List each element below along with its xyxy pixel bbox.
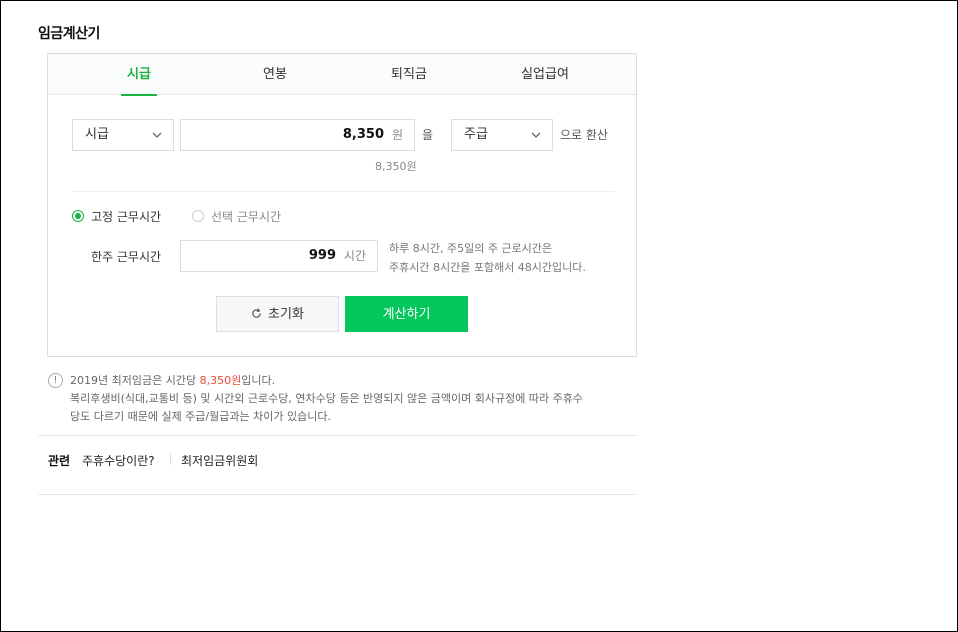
to-unit-select[interactable]: 주급	[451, 119, 553, 151]
tab-unemployment[interactable]: 실업급여	[513, 54, 577, 95]
amount-value: 8,350	[342, 127, 384, 142]
wage-calculator: 시급 연봉 퇴직금 실업급여 시급 8,350 원 을 주급 으로 환산 8,3…	[47, 53, 637, 357]
reset-label: 초기화	[268, 307, 304, 322]
amount-text: 8,350원	[375, 160, 417, 173]
tab-annual[interactable]: 연봉	[253, 54, 297, 95]
to-unit-value: 주급	[464, 127, 488, 142]
link-weekly-holiday-pay[interactable]: 주휴수당이란?	[82, 452, 155, 469]
amount-input[interactable]: 8,350 원	[180, 119, 415, 151]
convert-suffix: 으로 환산	[560, 128, 608, 142]
divider	[72, 191, 615, 192]
label-select-hours[interactable]: 선택 근무시간	[211, 208, 281, 225]
tab-bar: 시급 연봉 퇴직금 실업급여	[48, 54, 636, 96]
radio-select-hours[interactable]	[192, 210, 204, 222]
label-fixed-hours[interactable]: 고정 근무시간	[91, 208, 161, 225]
particle-label: 을	[422, 128, 434, 142]
page-title: 임금계산기	[38, 26, 100, 42]
min-wage-highlight: 8,350원	[199, 374, 242, 387]
divider	[38, 494, 637, 495]
notice-text: 2019년 최저임금은 시간당 8,350원입니다. 복리후생비(식대,교통비 …	[70, 372, 583, 426]
calculate-button[interactable]: 계산하기	[345, 296, 468, 332]
weekly-hours-value: 999	[308, 248, 336, 263]
chevron-down-icon	[152, 132, 162, 138]
weekly-hours-input[interactable]: 999 시간	[180, 240, 378, 272]
reset-button[interactable]: 초기화	[216, 296, 339, 332]
tab-severance[interactable]: 퇴직금	[381, 54, 437, 95]
separator	[170, 454, 171, 465]
chevron-down-icon	[531, 132, 541, 138]
radio-fixed-hours[interactable]	[72, 210, 84, 222]
refresh-icon	[252, 308, 261, 318]
notice-line-1: 2019년 최저임금은 시간당 8,350원입니다.	[70, 374, 276, 387]
from-unit-select[interactable]: 시급	[72, 119, 174, 151]
weekly-hours-unit: 시간	[343, 249, 366, 263]
info-icon: !	[48, 373, 63, 388]
weekly-hours-label: 한주 근무시간	[91, 250, 162, 264]
from-unit-value: 시급	[85, 127, 109, 142]
notice-line-2: 복리후생비(식대,교통비 등) 및 시간외 근로수당, 연차수당 등은 반영되지…	[70, 392, 583, 405]
hours-hint-1: 하루 8시간, 주5일의 주 근로시간은	[389, 242, 553, 255]
tab-hourly[interactable]: 시급	[121, 54, 157, 96]
amount-unit: 원	[391, 128, 403, 142]
divider	[38, 435, 637, 436]
hours-hint-2: 주휴시간 8시간을 포함해서 48시간입니다.	[389, 261, 586, 274]
related-label: 관련	[48, 454, 71, 468]
notice-line-3: 당도 다르기 때문에 실제 주급/월급과는 차이가 있습니다.	[70, 410, 331, 423]
link-minimum-wage-commission[interactable]: 최저임금위원회	[181, 452, 258, 469]
